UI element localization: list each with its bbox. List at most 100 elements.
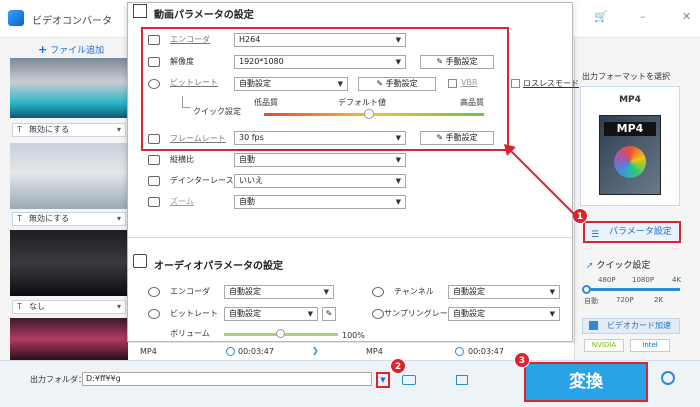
folder-open-icon[interactable] <box>402 375 416 385</box>
file-duration-2: 00:03:47 <box>468 347 504 356</box>
badge-2: 2 <box>390 358 406 374</box>
add-file-label: ファイル追加 <box>50 46 105 56</box>
video-params-title: 動画パラメータの設定 <box>154 10 254 21</box>
audio-bitrate-select[interactable]: 自動設定 ▼ <box>224 307 318 321</box>
output-format-label: 出力フォーマットを選択 <box>582 72 670 81</box>
quick-bottom-720p: 720P <box>616 296 634 304</box>
video-thumbnail-2[interactable] <box>10 143 128 209</box>
quick-scale-bottom: 自動 720P 2K <box>584 296 684 306</box>
subtitle-select-3[interactable]: T なし ▾ <box>12 300 126 314</box>
folder-dropdown-button[interactable]: ▼ <box>376 372 390 388</box>
pencil-icon: ✎ <box>325 309 333 318</box>
file-info-strip <box>128 342 574 360</box>
video-thumbnail-1[interactable] <box>10 58 128 118</box>
badge-3: 3 <box>514 352 530 368</box>
close-button[interactable]: ✕ <box>682 10 691 23</box>
dropdown-arrow-icon: ▼ <box>395 198 401 206</box>
volume-slider-thumb[interactable] <box>276 329 285 338</box>
volume-value: 100% <box>342 331 365 340</box>
text-icon: T <box>17 125 22 134</box>
lossless-label: ロスレスモード <box>523 79 579 88</box>
file-duration-1: 00:03:47 <box>238 347 274 356</box>
channel-label: チャンネル <box>394 287 434 296</box>
badge-number: 3 <box>514 352 530 368</box>
intel-logo: Intel <box>630 339 670 352</box>
samplerate-value: 自動設定 <box>453 309 485 318</box>
channel-select[interactable]: 自動設定 ▼ <box>448 285 560 299</box>
output-folder-input[interactable]: D:¥ff¥¥g <box>82 372 372 386</box>
quick-bottom-auto: 自動 <box>584 297 598 305</box>
convert-button[interactable]: 変換 <box>524 362 648 402</box>
clock-icon <box>455 347 464 356</box>
dropdown-arrow-icon: ▼ <box>549 288 555 296</box>
deinterlace-label: デインターレース <box>170 176 234 185</box>
balloon-icon <box>614 146 646 178</box>
quick-slider-track[interactable] <box>586 288 680 291</box>
app-logo-icon <box>8 10 24 26</box>
audio-bitrate-edit-button[interactable]: ✎ <box>322 307 336 321</box>
minimize-button[interactable]: – <box>640 10 646 23</box>
audio-encoder-label: エンコーダ <box>170 287 210 296</box>
chip-icon <box>589 321 598 330</box>
channel-icon <box>372 287 384 297</box>
nvidia-logo: NVIDIA <box>584 339 624 352</box>
quick-scale-top: 480P 1080P 4K <box>584 276 684 286</box>
channel-value: 自動設定 <box>453 287 485 296</box>
audio-encoder-icon <box>148 287 160 297</box>
parameter-settings-button[interactable]: ☰ パラメータ設定 <box>583 221 681 243</box>
aspect-select[interactable]: 自動 ▼ <box>234 153 406 167</box>
plus-icon: + <box>38 43 48 56</box>
quick-settings-title: ➚ クイック設定 <box>586 258 650 271</box>
app-title: ビデオコンバータ <box>32 16 112 27</box>
rocket-icon: ➚ <box>586 261 594 271</box>
pointer-arrow <box>504 144 577 217</box>
audio-bitrate-label: ビットレート <box>170 309 218 318</box>
zoom-value: 自動 <box>239 197 255 206</box>
chevron-down-icon: ▾ <box>116 302 121 311</box>
video-params-icon <box>133 4 147 18</box>
subtitle-select-2[interactable]: T 無効にする ▾ <box>12 212 126 226</box>
subtitle-value: 無効にする <box>29 214 70 223</box>
audio-params-icon <box>133 254 147 268</box>
deinterlace-value: いいえ <box>239 176 263 185</box>
subtitle-select-1[interactable]: T 無効にする ▾ <box>12 123 126 137</box>
deinterlace-select[interactable]: いいえ ▼ <box>234 174 406 188</box>
aspect-label: 縦横比 <box>170 155 194 164</box>
aspect-value: 自動 <box>239 155 255 164</box>
gpu-acceleration-button[interactable]: ビデオカード加速 <box>582 318 680 334</box>
video-thumbnail-4[interactable] <box>10 318 128 360</box>
audio-encoder-select[interactable]: 自動設定 ▼ <box>224 285 334 299</box>
video-thumbnail-3[interactable] <box>10 230 128 296</box>
subtitle-value: なし <box>29 302 45 311</box>
chevron-down-icon: ▾ <box>116 214 121 223</box>
add-file-button[interactable]: + ファイル追加 <box>38 43 104 56</box>
sliders-icon: ☰ <box>591 230 600 240</box>
zoom-select[interactable]: 自動 ▼ <box>234 195 406 209</box>
output-folder-label: 出力フォルダ： <box>30 375 86 384</box>
arrow-right-icon: ❯ <box>312 346 319 355</box>
gpu-acceleration-label: ビデオカード加速 <box>607 321 671 330</box>
alarm-clock-icon[interactable] <box>661 371 675 385</box>
aspect-icon <box>148 155 160 165</box>
quick-slider-thumb[interactable] <box>582 285 591 294</box>
samplerate-icon <box>372 309 384 319</box>
dropdown-arrow-icon: ▼ <box>323 288 329 296</box>
dropdown-arrow-icon: ▼ <box>307 310 313 318</box>
mp4-file-icon: MP4 <box>599 115 661 195</box>
format-name: MP4 <box>619 95 641 105</box>
text-icon: T <box>17 214 22 223</box>
samplerate-select[interactable]: 自動設定 ▼ <box>448 307 560 321</box>
audio-bitrate-value: 自動設定 <box>229 309 261 318</box>
dropdown-arrow-icon: ▼ <box>549 310 555 318</box>
highlight-box-video-params <box>141 27 509 151</box>
dropdown-arrow-icon: ▼ <box>395 156 401 164</box>
import-folder-icon[interactable] <box>456 375 468 385</box>
volume-label: ボリューム <box>170 329 210 338</box>
quick-top-1080p: 1080P <box>632 276 655 284</box>
format-card[interactable]: MP4 MP4 <box>580 86 680 206</box>
file-format-1: MP4 <box>140 347 157 356</box>
zoom-icon <box>148 197 160 207</box>
quick-settings-label: クイック設定 <box>596 261 651 271</box>
cart-icon[interactable]: 🛒 <box>594 10 608 23</box>
lossless-checkbox[interactable] <box>511 79 520 88</box>
